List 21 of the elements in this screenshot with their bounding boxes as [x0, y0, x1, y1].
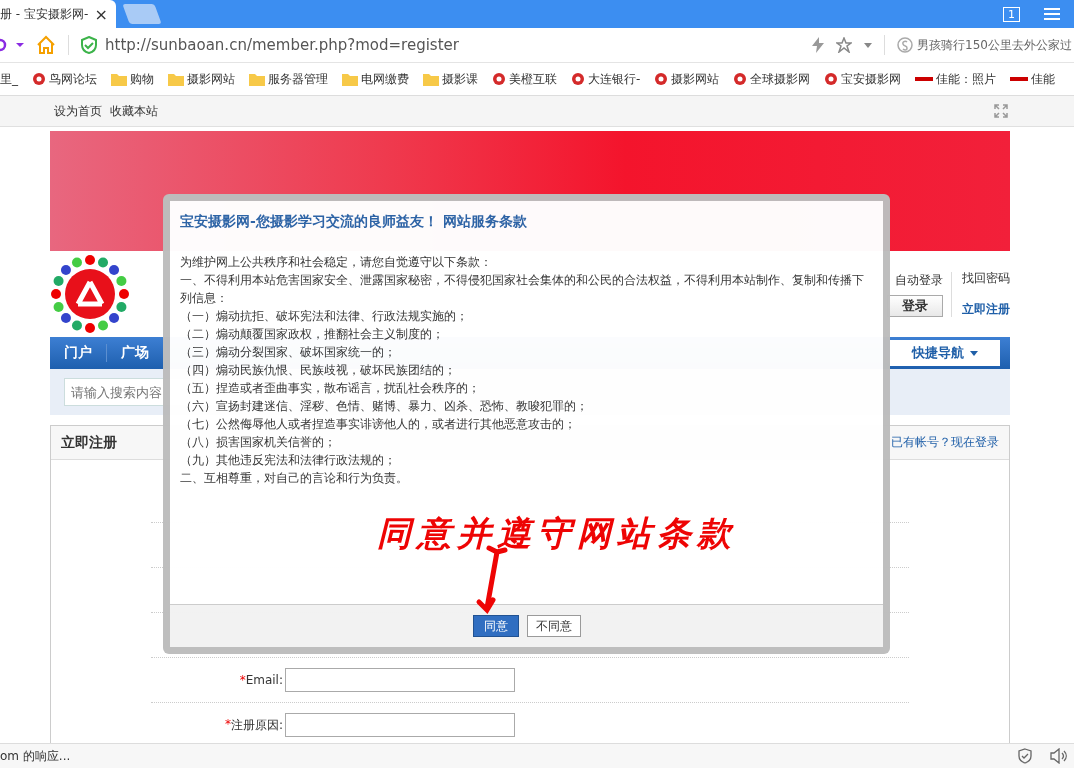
status-text: om 的响应...	[0, 747, 71, 765]
terms-text: （二）煽动颠覆国家政权，推翻社会主义制度的；	[180, 326, 445, 343]
terms-text: （五）捏造或者歪曲事实，散布谣言，扰乱社会秩序的；	[180, 380, 481, 397]
required-mark: *	[224, 716, 231, 733]
panel-title: 立即注册	[61, 433, 117, 452]
terms-text: 二、互相尊重，对自己的言论和行为负责。	[180, 470, 409, 487]
terms-text: （八）损害国家机关信誉的；	[180, 434, 337, 451]
terms-text: 一、不得利用本站危害国家安全、泄露国家秘密，不得侵犯国家社会集体的和公民的合法权益，不得利用本站制作、复制和传播下列信息：	[180, 272, 865, 307]
terms-text: （四）煽动民族仇恨、民族歧视，破坏民族团结的；	[180, 362, 457, 379]
terms-text: 为维护网上公共秩序和社会稳定，请您自觉遵守以下条款：	[180, 254, 493, 271]
field-label: Email:	[245, 673, 283, 687]
tab-title: 册 - 宝安摄影网-	[0, 5, 89, 23]
field-label: 注册原因:	[230, 716, 283, 734]
annotation-text: 同意并遵守网站条款	[375, 512, 738, 555]
terms-text: （九）其他违反宪法和法律行政法规的；	[180, 452, 397, 469]
required-mark: *	[239, 673, 246, 687]
terms-text: （三）煽动分裂国家、破坏国家统一的；	[180, 344, 397, 361]
terms-text: （六）宣扬封建迷信、淫秽、色情、赌博、暴力、凶杀、恐怖、教唆犯罪的；	[180, 398, 589, 415]
terms-text: （七）公然侮辱他人或者捏造事实诽谤他人的，或者进行其他恶意攻击的；	[180, 416, 577, 433]
terms-text: （一）煽动抗拒、破坏宪法和法律、行政法规实施的；	[180, 308, 469, 325]
dialog-title: 宝安摄影网-您摄影学习交流的良师益友！ 网站服务条款	[179, 212, 528, 231]
